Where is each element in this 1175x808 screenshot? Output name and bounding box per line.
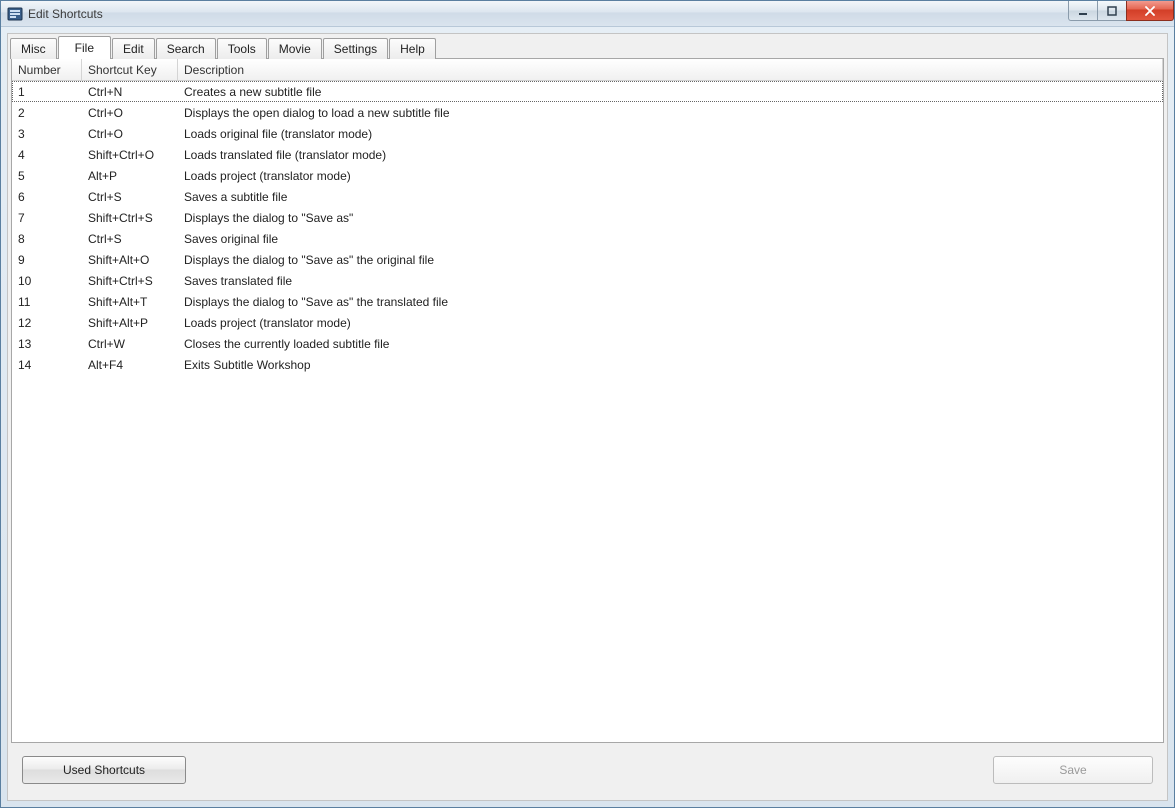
cell-shortcut-key: Ctrl+N <box>82 81 178 102</box>
table-row[interactable]: 5Alt+PLoads project (translator mode) <box>12 165 1163 186</box>
cell-shortcut-key: Ctrl+S <box>82 228 178 249</box>
cell-description: Displays the dialog to "Save as" the tra… <box>178 291 1163 312</box>
table-row[interactable]: 8Ctrl+SSaves original file <box>12 228 1163 249</box>
cell-description: Exits Subtitle Workshop <box>178 354 1163 375</box>
cell-number: 4 <box>12 144 82 165</box>
save-button: Save <box>993 756 1153 784</box>
cell-shortcut-key: Alt+P <box>82 165 178 186</box>
cell-number: 9 <box>12 249 82 270</box>
title-bar[interactable]: Edit Shortcuts <box>1 1 1174 27</box>
table-row[interactable]: 2Ctrl+ODisplays the open dialog to load … <box>12 102 1163 123</box>
tab-label: File <box>75 41 94 55</box>
tab-movie[interactable]: Movie <box>268 38 322 59</box>
cell-number: 6 <box>12 186 82 207</box>
window-controls <box>1069 1 1174 21</box>
client-area: Misc File Edit Search Tools Movie Settings Help… <box>7 33 1168 801</box>
cell-description: Closes the currently loaded subtitle fil… <box>178 333 1163 354</box>
tab-label: Tools <box>228 42 256 56</box>
tab-label: Search <box>167 42 205 56</box>
cell-number: 1 <box>12 81 82 102</box>
cell-description: Loads project (translator mode) <box>178 165 1163 186</box>
tab-edit[interactable]: Edit <box>112 38 155 59</box>
cell-description: Displays the open dialog to load a new s… <box>178 102 1163 123</box>
cell-shortcut-key: Ctrl+O <box>82 102 178 123</box>
cell-description: Loads original file (translator mode) <box>178 123 1163 144</box>
window-title: Edit Shortcuts <box>28 7 103 21</box>
cell-description: Saves a subtitle file <box>178 186 1163 207</box>
cell-number: 7 <box>12 207 82 228</box>
cell-number: 8 <box>12 228 82 249</box>
column-header-description[interactable]: Description <box>178 59 1163 80</box>
tab-label: Help <box>400 42 425 56</box>
table-body[interactable]: 1Ctrl+NCreates a new subtitle file2Ctrl+… <box>12 81 1163 742</box>
cell-shortcut-key: Shift+Ctrl+O <box>82 144 178 165</box>
close-button[interactable] <box>1126 1 1174 21</box>
cell-description: Displays the dialog to "Save as" <box>178 207 1163 228</box>
table-row[interactable]: 9Shift+Alt+ODisplays the dialog to "Save… <box>12 249 1163 270</box>
tab-settings[interactable]: Settings <box>323 38 388 59</box>
tab-strip: Misc File Edit Search Tools Movie Settings Help <box>8 34 1167 58</box>
shortcuts-table: Number Shortcut Key Description 1Ctrl+NC… <box>11 58 1164 743</box>
cell-description: Loads project (translator mode) <box>178 312 1163 333</box>
table-row[interactable]: 3Ctrl+OLoads original file (translator m… <box>12 123 1163 144</box>
tab-search[interactable]: Search <box>156 38 216 59</box>
table-row[interactable]: 12Shift+Alt+PLoads project (translator m… <box>12 312 1163 333</box>
cell-description: Saves translated file <box>178 270 1163 291</box>
used-shortcuts-button[interactable]: Used Shortcuts <box>22 756 186 784</box>
cell-shortcut-key: Ctrl+W <box>82 333 178 354</box>
table-row[interactable]: 14Alt+F4Exits Subtitle Workshop <box>12 354 1163 375</box>
cell-description: Saves original file <box>178 228 1163 249</box>
cell-shortcut-key: Alt+F4 <box>82 354 178 375</box>
cell-number: 14 <box>12 354 82 375</box>
tab-file[interactable]: File <box>58 36 111 59</box>
button-bar: Used Shortcuts Save <box>8 746 1167 800</box>
cell-shortcut-key: Shift+Alt+O <box>82 249 178 270</box>
table-row[interactable]: 10Shift+Ctrl+SSaves translated file <box>12 270 1163 291</box>
cell-shortcut-key: Ctrl+S <box>82 186 178 207</box>
cell-shortcut-key: Ctrl+O <box>82 123 178 144</box>
table-row[interactable]: 7Shift+Ctrl+SDisplays the dialog to "Sav… <box>12 207 1163 228</box>
maximize-button[interactable] <box>1097 1 1127 21</box>
table-row[interactable]: 13Ctrl+WCloses the currently loaded subt… <box>12 333 1163 354</box>
table-header: Number Shortcut Key Description <box>12 59 1163 81</box>
tab-label: Settings <box>334 42 377 56</box>
app-icon <box>7 6 23 22</box>
tab-tools[interactable]: Tools <box>217 38 267 59</box>
cell-shortcut-key: Shift+Alt+T <box>82 291 178 312</box>
tab-label: Misc <box>21 42 46 56</box>
cell-shortcut-key: Shift+Alt+P <box>82 312 178 333</box>
window-frame: Edit Shortcuts Misc File Edit Search Tools Mo… <box>0 0 1175 808</box>
tab-misc[interactable]: Misc <box>10 38 57 59</box>
minimize-button[interactable] <box>1068 1 1098 21</box>
table-row[interactable]: 1Ctrl+NCreates a new subtitle file <box>12 81 1163 102</box>
cell-number: 12 <box>12 312 82 333</box>
cell-description: Displays the dialog to "Save as" the ori… <box>178 249 1163 270</box>
cell-number: 10 <box>12 270 82 291</box>
column-header-number[interactable]: Number <box>12 59 82 80</box>
tab-label: Movie <box>279 42 311 56</box>
cell-shortcut-key: Shift+Ctrl+S <box>82 270 178 291</box>
column-header-shortcut-key[interactable]: Shortcut Key <box>82 59 178 80</box>
cell-description: Loads translated file (translator mode) <box>178 144 1163 165</box>
cell-number: 3 <box>12 123 82 144</box>
tab-label: Edit <box>123 42 144 56</box>
cell-number: 13 <box>12 333 82 354</box>
cell-shortcut-key: Shift+Ctrl+S <box>82 207 178 228</box>
cell-number: 5 <box>12 165 82 186</box>
table-row[interactable]: 11Shift+Alt+TDisplays the dialog to "Sav… <box>12 291 1163 312</box>
cell-description: Creates a new subtitle file <box>178 81 1163 102</box>
tab-help[interactable]: Help <box>389 38 436 59</box>
cell-number: 11 <box>12 291 82 312</box>
cell-number: 2 <box>12 102 82 123</box>
table-row[interactable]: 6Ctrl+SSaves a subtitle file <box>12 186 1163 207</box>
table-row[interactable]: 4Shift+Ctrl+OLoads translated file (tran… <box>12 144 1163 165</box>
